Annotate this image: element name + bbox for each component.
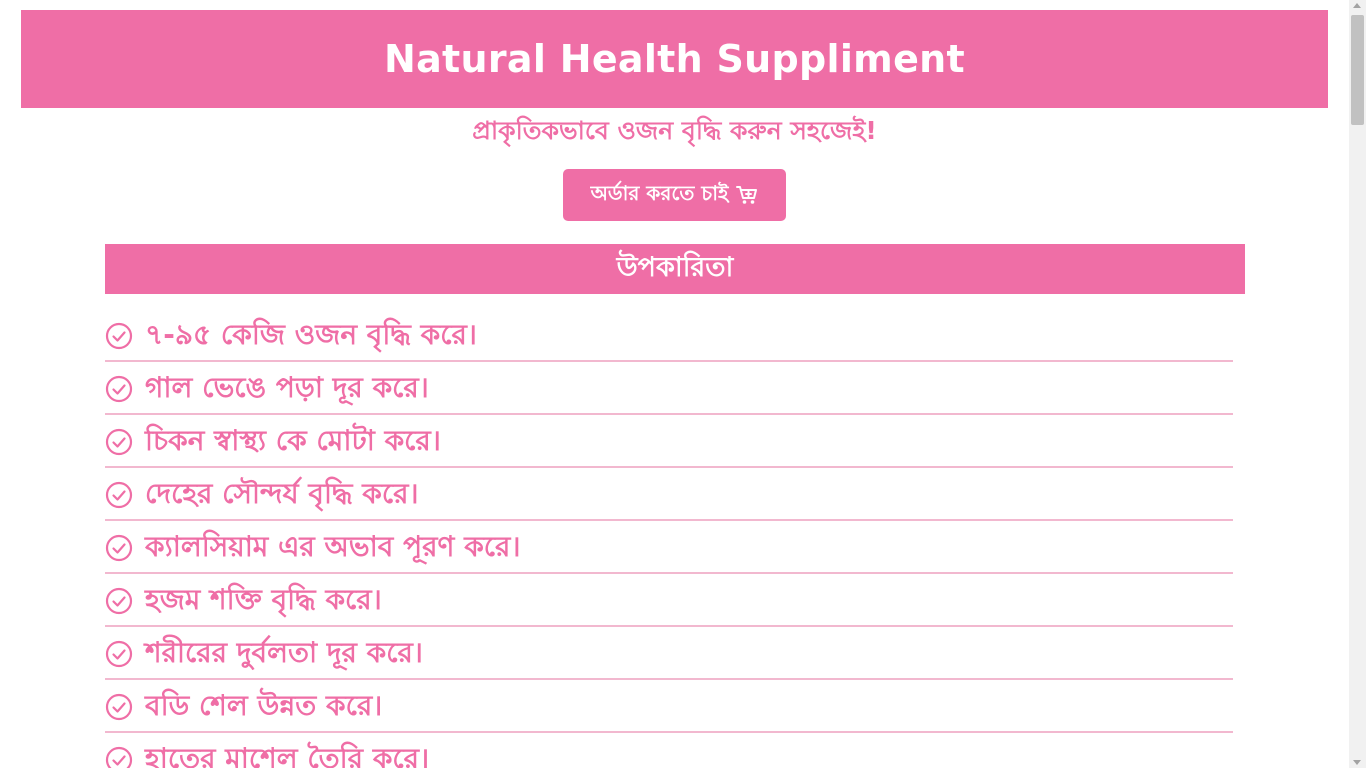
order-button[interactable]: অর্ডার করতে চাই <box>563 169 786 221</box>
benefit-list: ৭-৯৫ কেজি ওজন বৃদ্ধি করে। গাল ভেঙে পড়া … <box>105 309 1233 768</box>
benefit-text: দেহের সৌন্দর্য বৃদ্ধি করে। <box>145 476 419 510</box>
benefit-text: শরীরের দুর্বলতা দূর করে। <box>145 635 423 669</box>
tagline: প্রাকৃতিকভাবে ওজন বৃদ্ধি করুন সহজেই! <box>472 116 877 145</box>
benefit-text: গাল ভেঙে পড়া দূর করে। <box>145 370 429 404</box>
check-circle-icon <box>105 428 133 455</box>
list-item: ৭-৯৫ কেজি ওজন বৃদ্ধি করে। <box>105 309 1233 362</box>
site-title: Natural Health Suppliment <box>384 37 965 81</box>
benefits-heading: উপকারিতা <box>105 244 1245 294</box>
vertical-scrollbar[interactable] <box>1349 0 1366 768</box>
list-item: চিকন স্বাস্থ্য কে মোটা করে। <box>105 415 1233 468</box>
check-circle-icon <box>105 481 133 508</box>
benefit-text: হজম শক্তি বৃদ্ধি করে। <box>145 582 382 616</box>
check-circle-icon <box>105 587 133 614</box>
check-circle-icon <box>105 322 133 349</box>
benefit-text: বডি শেল উন্নত করে। <box>145 688 383 722</box>
list-item: হজম শক্তি বৃদ্ধি করে। <box>105 574 1233 627</box>
header-banner: Natural Health Suppliment <box>21 10 1328 108</box>
scrollbar-thumb[interactable] <box>1351 15 1364 125</box>
scroll-up-arrow-icon[interactable] <box>1353 3 1361 8</box>
list-item: গাল ভেঙে পড়া দূর করে। <box>105 362 1233 415</box>
cart-plus-icon <box>736 185 758 205</box>
benefit-text: ক্যালসিয়াম এর অভাব পূরণ করে। <box>145 529 521 563</box>
list-item: হাতের মাশেল তৈরি করে। <box>105 733 1233 768</box>
check-circle-icon <box>105 746 133 768</box>
list-item: বডি শেল উন্নত করে। <box>105 680 1233 733</box>
check-circle-icon <box>105 534 133 561</box>
check-circle-icon <box>105 693 133 720</box>
check-circle-icon <box>105 640 133 667</box>
list-item: ক্যালসিয়াম এর অভাব পূরণ করে। <box>105 521 1233 574</box>
page: Natural Health Suppliment প্রাকৃতিকভাবে … <box>0 0 1349 768</box>
benefit-text: হাতের মাশেল তৈরি করে। <box>145 741 430 768</box>
scroll-down-arrow-icon[interactable] <box>1353 760 1361 765</box>
check-circle-icon <box>105 375 133 402</box>
benefit-text: চিকন স্বাস্থ্য কে মোটা করে। <box>145 423 441 457</box>
benefit-text: ৭-৯৫ কেজি ওজন বৃদ্ধি করে। <box>145 317 477 351</box>
list-item: দেহের সৌন্দর্য বৃদ্ধি করে। <box>105 468 1233 521</box>
order-button-label: অর্ডার করতে চাই <box>590 180 729 205</box>
list-item: শরীরের দুর্বলতা দূর করে। <box>105 627 1233 680</box>
